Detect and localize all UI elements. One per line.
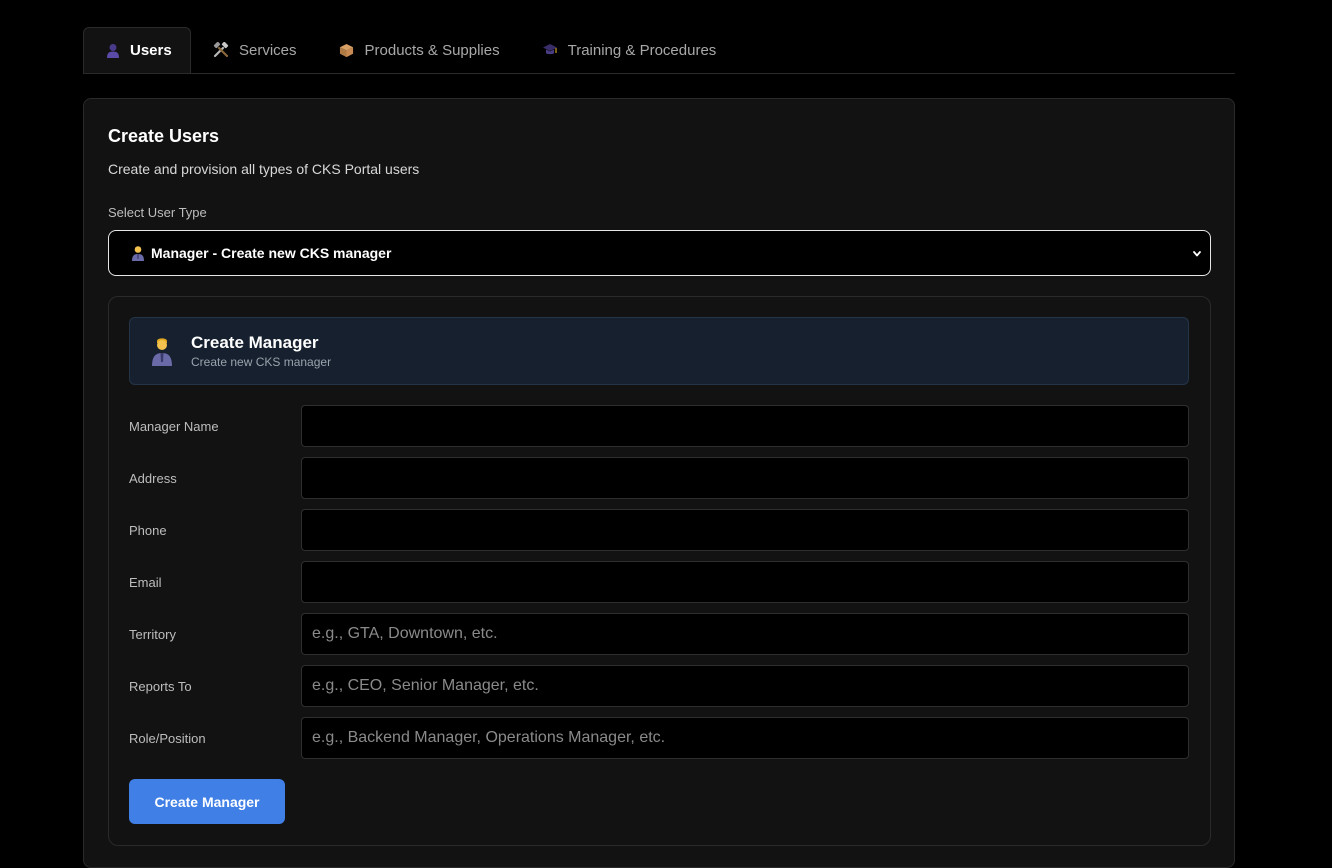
user-icon (106, 43, 120, 59)
form-subtitle: Create new CKS manager (191, 355, 332, 369)
role-position-input[interactable] (301, 717, 1189, 759)
manager-name-input[interactable] (301, 405, 1189, 447)
tab-label: Users (130, 42, 172, 59)
reports-to-label: Reports To (129, 679, 192, 694)
manager-name-label: Manager Name (129, 419, 219, 434)
tab-label: Training & Procedures (567, 41, 717, 59)
tools-icon (213, 42, 229, 58)
tab-label: Services (239, 41, 297, 59)
user-type-label: Select User Type (108, 205, 207, 220)
tab-label: Products & Supplies (364, 41, 500, 59)
address-input[interactable] (301, 457, 1189, 499)
tab-training-procedures[interactable]: Training & Procedures (520, 27, 737, 73)
manager-icon (131, 245, 145, 261)
form-title: Create Manager (191, 333, 319, 352)
role-position-label: Role/Position (129, 731, 206, 746)
create-users-card: Create Users Create and provision all ty… (83, 98, 1235, 868)
form-header-banner: Create Manager Create new CKS manager (129, 317, 1189, 385)
tab-users[interactable]: Users (83, 27, 191, 73)
create-manager-button[interactable]: Create Manager (129, 779, 285, 824)
address-label: Address (129, 471, 177, 486)
tab-bar: Users Services Products & Supplies Train… (83, 27, 1235, 74)
reports-to-input[interactable] (301, 665, 1189, 707)
phone-label: Phone (129, 523, 167, 538)
graduation-cap-icon (542, 42, 558, 58)
phone-input[interactable] (301, 509, 1189, 551)
territory-input[interactable] (301, 613, 1189, 655)
manager-icon (150, 336, 174, 366)
package-icon (339, 42, 355, 58)
page-title: Create Users (108, 126, 220, 146)
tab-products-supplies[interactable]: Products & Supplies (317, 27, 520, 73)
email-label: Email (129, 575, 162, 590)
territory-label: Territory (129, 627, 176, 642)
email-input[interactable] (301, 561, 1189, 603)
tab-services[interactable]: Services (191, 27, 317, 73)
page-subtitle: Create and provision all types of CKS Po… (108, 161, 420, 177)
user-type-select[interactable]: Manager - Create new CKS manager (108, 230, 1211, 276)
user-type-selected-value: Manager - Create new CKS manager (151, 245, 392, 261)
chevron-down-icon (1192, 247, 1202, 263)
manager-form: Create Manager Create new CKS manager Ma… (108, 296, 1211, 846)
